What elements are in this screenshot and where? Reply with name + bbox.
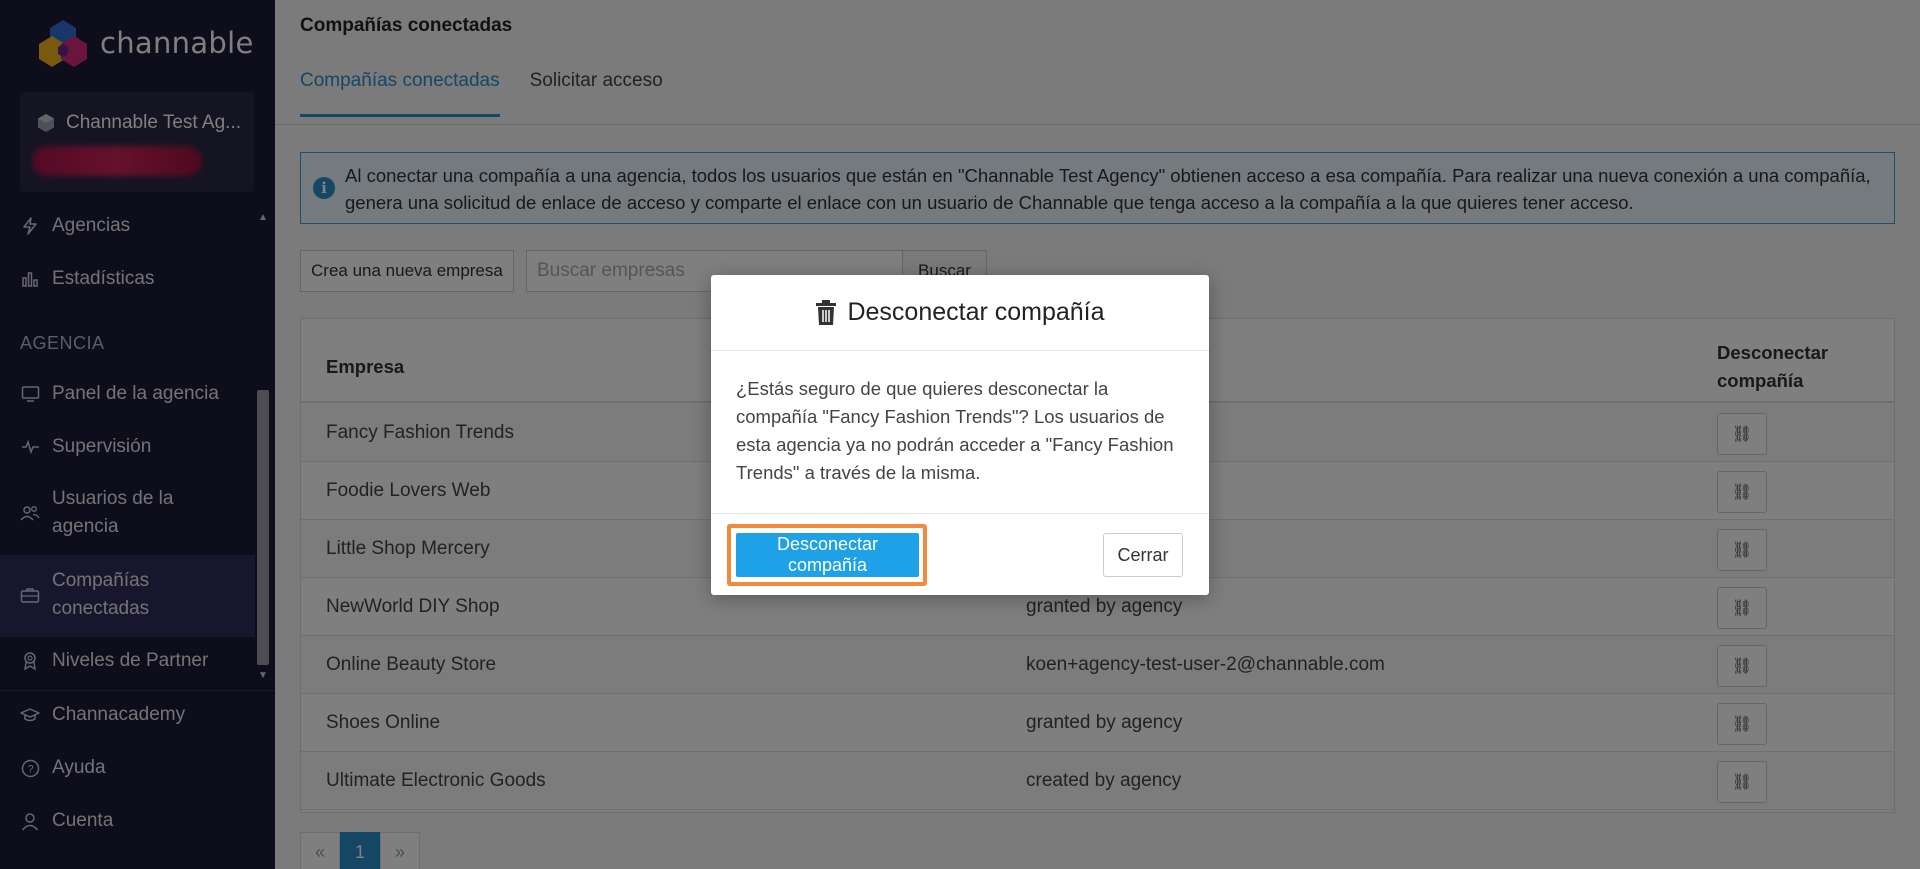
close-button[interactable]: Cerrar (1103, 533, 1183, 577)
modal-body: ¿Estás seguro de que quieres desconectar… (736, 378, 1174, 483)
trash-icon (816, 299, 837, 325)
modal-header: Desconectar compañía (711, 275, 1209, 351)
confirm-disconnect-button[interactable]: Desconectar compañía (736, 533, 919, 577)
disconnect-modal: Desconectar compañía ¿Estás seguro de qu… (711, 275, 1209, 595)
modal-footer: Desconectar compañía Cerrar (711, 513, 1209, 595)
modal-title: Desconectar compañía (847, 298, 1105, 326)
